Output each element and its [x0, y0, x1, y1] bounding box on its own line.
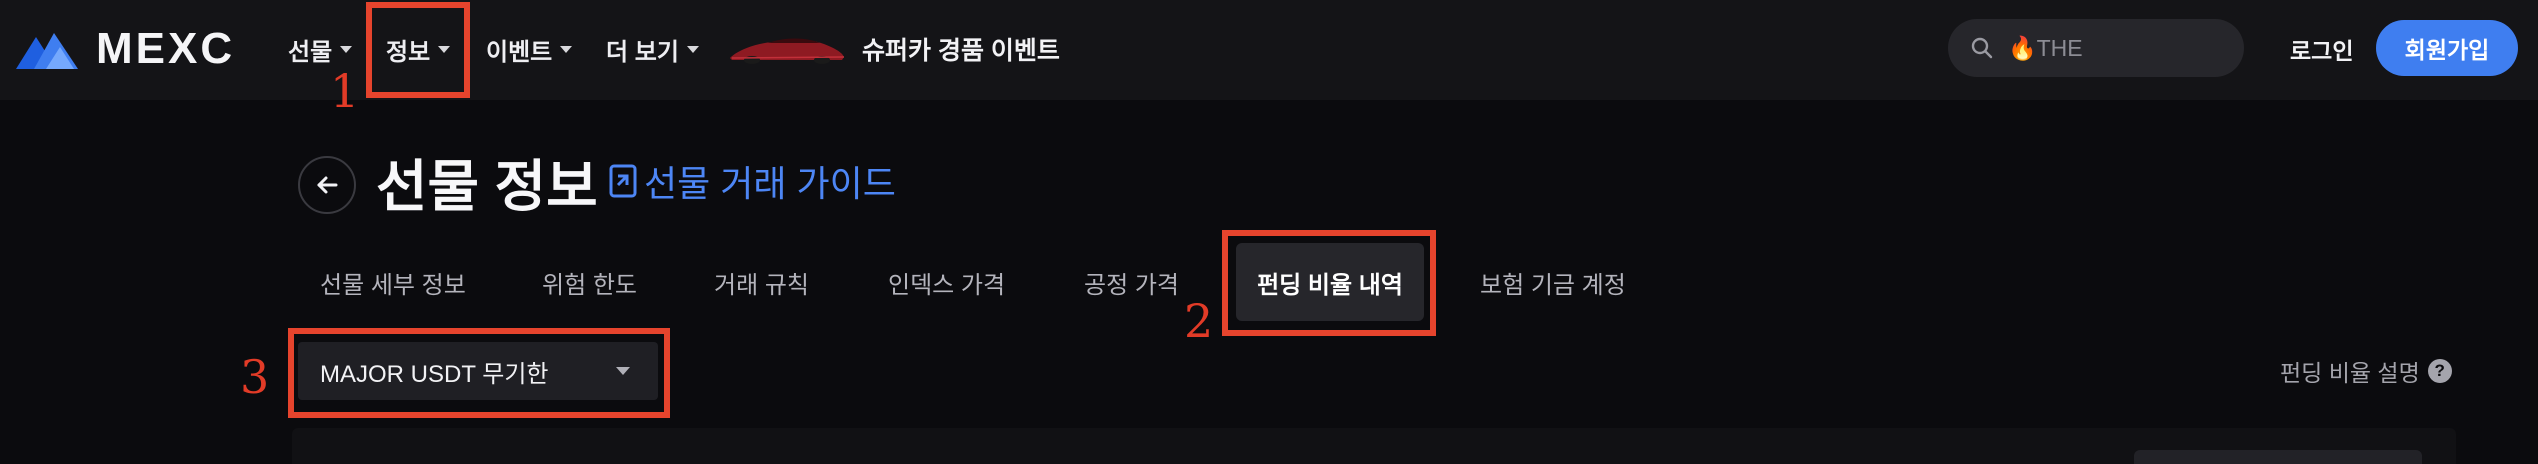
nav-events[interactable]: 이벤트 [486, 30, 573, 68]
tab-futures-details[interactable]: 선물 세부 정보 [320, 262, 466, 302]
logo-text: MEXC [96, 24, 236, 73]
funding-explain-label: 펀딩 비율 설명 [2280, 360, 2420, 386]
supercar-image[interactable] [728, 28, 846, 68]
tab-trading-rules[interactable]: 거래 규칙 [714, 262, 809, 302]
nav-futures[interactable]: 선물 [288, 30, 353, 68]
chevron-down-icon [686, 45, 699, 53]
nav-futures-label: 선물 [288, 38, 333, 66]
panel-control [2134, 450, 2422, 464]
mexc-logo-icon [16, 33, 78, 69]
mexc-logo[interactable]: MEXC [16, 24, 236, 73]
annotation-box-3 [288, 328, 670, 418]
tab-insurance-fund[interactable]: 보험 기금 계정 [1480, 262, 1626, 302]
annotation-box-2 [1222, 230, 1436, 336]
chevron-down-icon [340, 45, 353, 53]
login-button[interactable]: 로그인 [2290, 30, 2353, 68]
back-button[interactable] [298, 156, 356, 214]
arrow-left-icon [317, 176, 338, 194]
search-box[interactable] [1948, 19, 2244, 77]
nav-more-label: 더 보기 [606, 38, 679, 66]
annotation-number-3: 3 [240, 350, 270, 404]
chevron-down-icon [560, 45, 573, 53]
search-input[interactable] [2008, 34, 2228, 62]
content-panel [292, 428, 2456, 464]
funding-rate-explanation[interactable]: 펀딩 비율 설명 ? [2280, 352, 2452, 390]
nav-more[interactable]: 더 보기 [606, 30, 699, 68]
search-icon [1971, 37, 1993, 59]
annotation-box-1 [366, 2, 470, 98]
guide-book-icon [609, 164, 637, 198]
signup-button[interactable]: 회원가입 [2376, 20, 2518, 76]
tab-fair-price[interactable]: 공정 가격 [1084, 262, 1179, 302]
tab-index-price[interactable]: 인덱스 가격 [888, 262, 1005, 302]
annotation-number-1: 1 [330, 64, 360, 118]
tab-risk-limit[interactable]: 위험 한도 [542, 262, 637, 302]
promo-link[interactable]: 슈퍼카 경품 이벤트 [862, 30, 1060, 68]
help-icon: ? [2427, 359, 2452, 383]
nav-events-label: 이벤트 [486, 38, 553, 66]
page-title: 선물 정보 [376, 154, 598, 218]
futures-guide-link[interactable]: 선물 거래 가이드 [608, 158, 896, 204]
guide-link-label: 선물 거래 가이드 [644, 163, 896, 204]
annotation-number-2: 2 [1184, 294, 1214, 348]
